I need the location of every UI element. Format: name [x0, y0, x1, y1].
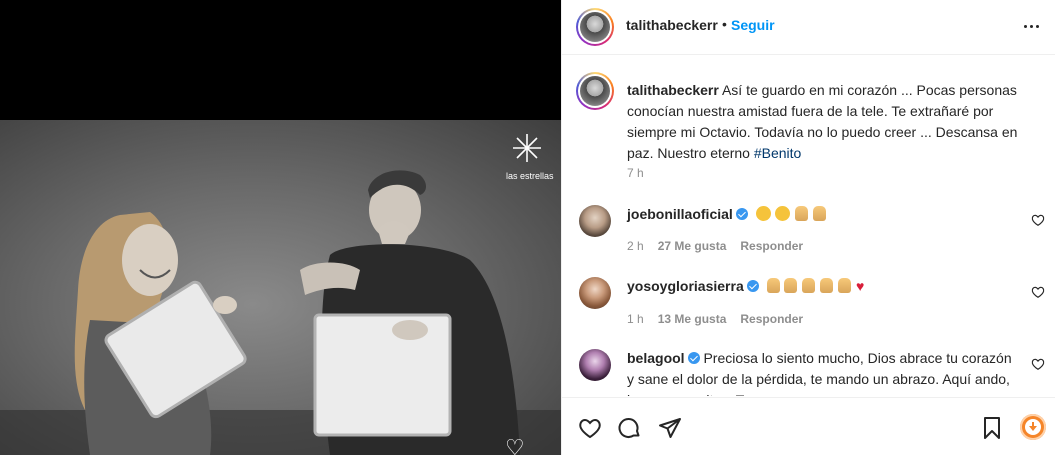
pray-emoji-icon [766, 278, 780, 293]
comment-icon[interactable] [618, 416, 642, 440]
pray-emoji-icon [813, 206, 827, 221]
action-bar [562, 397, 1055, 455]
bookmark-icon[interactable] [980, 416, 1004, 440]
comment-avatar[interactable] [579, 205, 611, 237]
comment-likes[interactable]: 27 Me gusta [658, 239, 727, 253]
caption-avatar[interactable] [576, 72, 614, 110]
comment-item: yosoygloriasierra ♥ [627, 276, 1022, 297]
pray-emoji-icon [838, 278, 852, 293]
photo-illustration [0, 134, 561, 455]
download-icon[interactable] [1020, 414, 1046, 440]
comment-item: belagool Preciosa lo siento mucho, Dios … [627, 348, 1022, 396]
heart-emoji-icon: ♥ [855, 278, 865, 294]
pray-emoji-icon [820, 278, 834, 293]
sad-emoji-icon [775, 206, 791, 221]
verified-icon [687, 352, 700, 364]
more-icon[interactable] [1022, 16, 1042, 36]
comment-likes[interactable]: 13 Me gusta [658, 312, 727, 326]
reply-button[interactable]: Responder [740, 239, 803, 253]
verified-icon [735, 208, 748, 220]
post-header: talithabeckerr • Seguir [562, 0, 1055, 55]
post-panel: talithabeckerr • Seguir talithabeckerr A… [561, 0, 1055, 455]
comment-meta: 2 h 27 Me gusta Responder [627, 239, 803, 253]
comment-username[interactable]: belagool [627, 350, 685, 366]
comment-time[interactable]: 1 h [627, 312, 644, 326]
reply-button[interactable]: Responder [740, 312, 803, 326]
share-icon[interactable] [658, 416, 682, 440]
caption-username[interactable]: talithabeckerr [627, 82, 719, 98]
pray-emoji-icon [784, 278, 798, 293]
comment-heart-icon[interactable] [1031, 213, 1045, 227]
comment-heart-icon[interactable] [1031, 285, 1045, 299]
pray-emoji-icon [795, 206, 809, 221]
header-username[interactable]: talithabeckerr [626, 17, 718, 33]
comment-time[interactable]: 2 h [627, 239, 644, 253]
pray-emoji-icon [802, 278, 816, 293]
comment-avatar[interactable] [579, 277, 611, 309]
sad-emoji-icon [755, 206, 771, 221]
post-media[interactable]: las estrellas ♡ [0, 0, 561, 455]
post-caption: talithabeckerr Así te guardo en mi coraz… [627, 80, 1022, 164]
comment-username[interactable]: joebonillaoficial [627, 206, 733, 222]
comment-avatar[interactable] [579, 349, 611, 381]
header-separator: • [722, 16, 727, 32]
comment-username[interactable]: yosoygloriasierra [627, 278, 744, 294]
heart-overlay-icon: ♡ [505, 435, 525, 455]
follow-button[interactable]: Seguir [731, 17, 775, 33]
caption-hashtag[interactable]: #Benito [754, 145, 801, 161]
comment-heart-icon[interactable] [1031, 357, 1045, 371]
avatar[interactable] [576, 8, 614, 46]
post-photo[interactable]: las estrellas ♡ [0, 120, 561, 455]
caption-time[interactable]: 7 h [627, 166, 644, 180]
verified-icon [746, 280, 759, 292]
comment-item: joebonillaoficial [627, 204, 1022, 225]
comment-meta: 1 h 13 Me gusta Responder [627, 312, 803, 326]
watermark-text: las estrellas [506, 171, 554, 181]
heart-icon[interactable] [578, 416, 602, 440]
